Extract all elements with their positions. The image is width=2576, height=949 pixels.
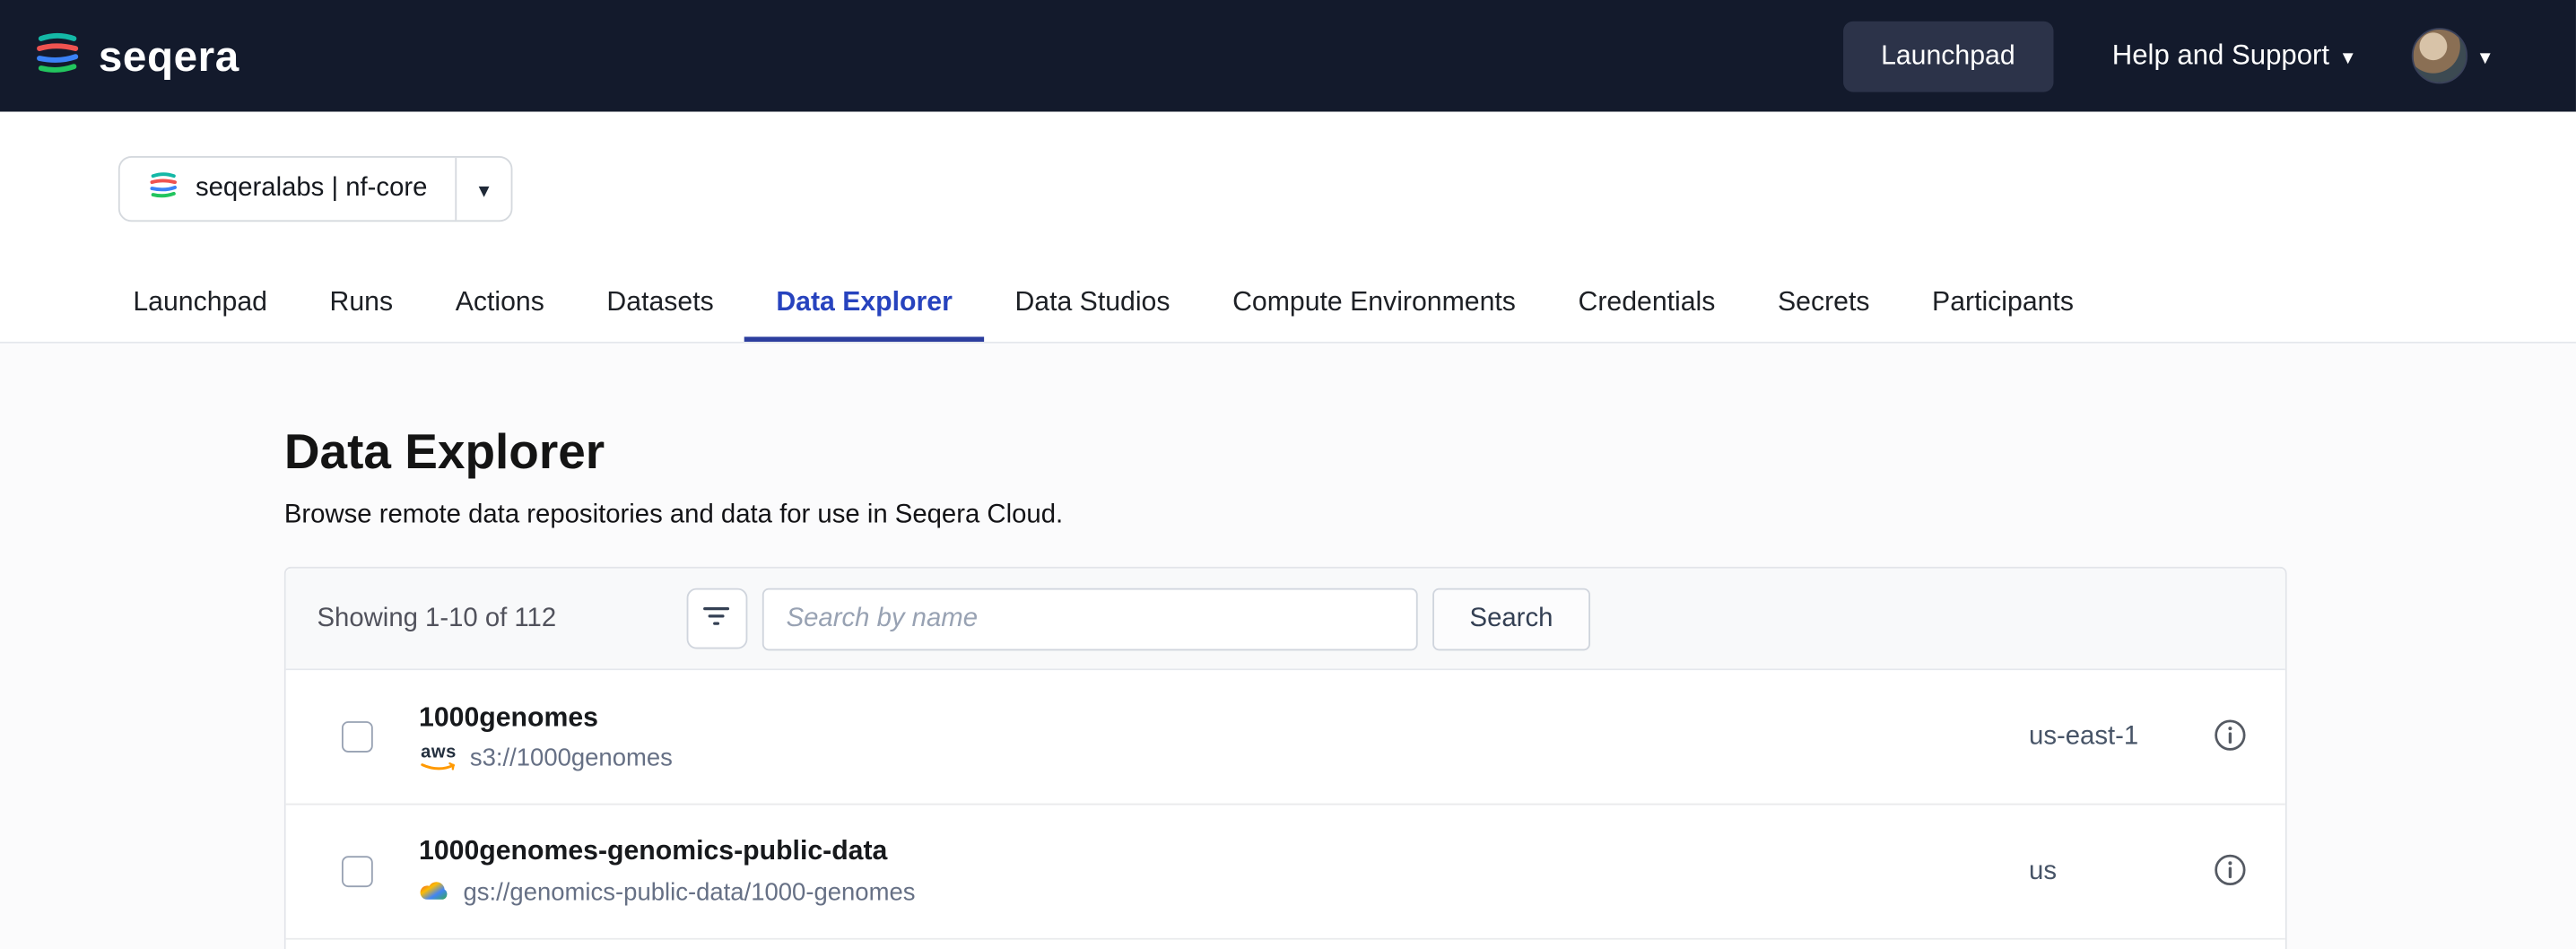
brand-name: seqera <box>99 30 239 82</box>
seqera-logo[interactable]: seqera <box>33 27 239 84</box>
info-icon <box>2213 717 2247 756</box>
table-row[interactable] <box>286 940 2285 949</box>
filter-button[interactable] <box>686 588 747 649</box>
workspace-tabs: Launchpad Runs Actions Datasets Data Exp… <box>0 268 2576 344</box>
row-checkbox[interactable] <box>342 856 373 887</box>
help-and-support-label: Help and Support <box>2112 39 2329 73</box>
filter-icon <box>701 601 731 635</box>
panel-toolbar: Showing 1-10 of 112 Search <box>286 569 2285 671</box>
search-button[interactable]: Search <box>1432 588 1590 650</box>
info-button[interactable] <box>2213 717 2247 756</box>
info-icon <box>2213 852 2247 892</box>
tab-launchpad[interactable]: Launchpad <box>102 268 299 342</box>
region-label: us <box>2029 857 2213 886</box>
results-count: Showing 1-10 of 112 <box>317 604 556 633</box>
avatar[interactable] <box>2413 28 2468 83</box>
page-title: Data Explorer <box>284 425 2576 481</box>
tab-datasets[interactable]: Datasets <box>576 268 745 342</box>
workspace-selector[interactable]: seqeralabs | nf-core ▾ <box>118 156 513 222</box>
tab-data-studios[interactable]: Data Studios <box>984 268 1202 342</box>
tab-participants[interactable]: Participants <box>1901 268 2105 342</box>
workspace-logo-icon <box>148 170 179 209</box>
info-button[interactable] <box>2213 852 2247 892</box>
chevron-down-icon: ▾ <box>2480 45 2491 66</box>
aws-icon: aws <box>419 744 458 771</box>
bucket-uri: gs://genomics-public-data/1000-genomes <box>464 878 916 906</box>
gcp-icon <box>419 876 452 908</box>
tab-runs[interactable]: Runs <box>299 268 424 342</box>
page-subtitle: Browse remote data repositories and data… <box>284 501 2576 531</box>
search-input[interactable] <box>761 588 1417 650</box>
workspace-name: seqeralabs | nf-core <box>196 174 427 204</box>
tab-compute-environments[interactable]: Compute Environments <box>1201 268 1546 342</box>
seqera-logo-icon <box>33 27 83 84</box>
workspace-selector-row: seqeralabs | nf-core ▾ <box>0 112 2576 222</box>
tab-credentials[interactable]: Credentials <box>1547 268 1746 342</box>
user-menu[interactable]: ▾ <box>2413 28 2491 83</box>
main-content: Data Explorer Browse remote data reposit… <box>0 344 2576 949</box>
data-explorer-panel: Showing 1-10 of 112 Search <box>284 567 2287 949</box>
bucket-name[interactable]: 1000genomes-genomics-public-data <box>419 835 915 866</box>
region-label: us-east-1 <box>2029 722 2213 752</box>
workspace-dropdown-toggle[interactable]: ▾ <box>456 158 511 221</box>
chevron-down-icon: ▾ <box>2343 45 2354 66</box>
bucket-uri: s3://1000genomes <box>470 744 673 771</box>
table-row[interactable]: 1000genomes aws s3://1000genomes u <box>286 670 2285 805</box>
tab-data-explorer[interactable]: Data Explorer <box>745 268 984 342</box>
bucket-name[interactable]: 1000genomes <box>419 702 673 734</box>
top-navbar: seqera Launchpad Help and Support ▾ ▾ <box>0 0 2576 112</box>
chevron-down-icon: ▾ <box>479 178 490 200</box>
tab-secrets[interactable]: Secrets <box>1746 268 1901 342</box>
table-row[interactable]: 1000genomes-genomics-public-data <box>286 805 2285 939</box>
launchpad-button[interactable]: Launchpad <box>1843 21 2053 91</box>
row-checkbox[interactable] <box>342 721 373 753</box>
tab-actions[interactable]: Actions <box>424 268 576 342</box>
help-and-support-menu[interactable]: Help and Support ▾ <box>2112 39 2354 73</box>
